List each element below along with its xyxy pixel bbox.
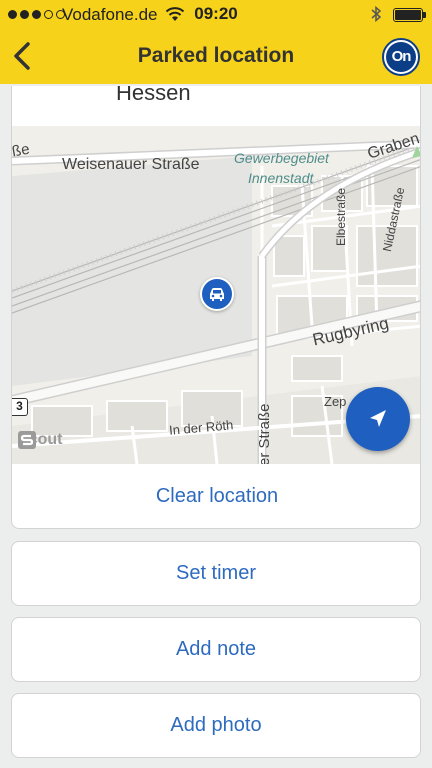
address-line: Hessen (116, 86, 191, 105)
add-photo-button[interactable]: Add photo (11, 693, 421, 758)
navigation-arrow-icon (370, 410, 386, 427)
battery-level (395, 10, 421, 20)
scout-logo-icon (18, 431, 36, 449)
locate-me-button[interactable] (346, 387, 410, 451)
set-timer-button[interactable]: Set timer (11, 541, 421, 606)
onstar-button[interactable]: On (382, 38, 420, 76)
navigation-bar: Parked location On (0, 30, 432, 84)
location-card: Hessen ße Weisenauer Straße Gewerbegebie… (11, 86, 421, 529)
map-attribution: Scout (18, 431, 62, 449)
onstar-logo: On (386, 42, 416, 72)
map-label-elbestrasse: Elbestraße (334, 187, 348, 246)
status-time: 09:20 (194, 4, 238, 23)
map-label-zep: Zep (324, 394, 347, 409)
map-label-strasse: ße (12, 140, 31, 161)
car-icon (210, 288, 224, 301)
map-view[interactable]: ße Weisenauer Straße Gewerbegebiet Innen… (12, 126, 420, 464)
map-label-innenstadt: Innenstadt (248, 170, 314, 186)
battery-icon (393, 8, 426, 22)
map-label-gewerbegebiet: Gewerbegebiet (234, 150, 329, 166)
map-label-er-strasse: er Straße (256, 403, 273, 464)
bluetooth-icon (370, 5, 382, 28)
clear-location-button[interactable]: Clear location (12, 464, 420, 528)
map-label-weisenauer: Weisenauer Straße (62, 156, 200, 173)
add-note-button[interactable]: Add note (11, 617, 421, 682)
status-bar: Vodafone.de 09:20 (0, 0, 432, 30)
page-title: Parked location (137, 44, 295, 67)
road-number-shield: 3 (12, 398, 28, 416)
parked-car-marker[interactable] (200, 277, 234, 311)
